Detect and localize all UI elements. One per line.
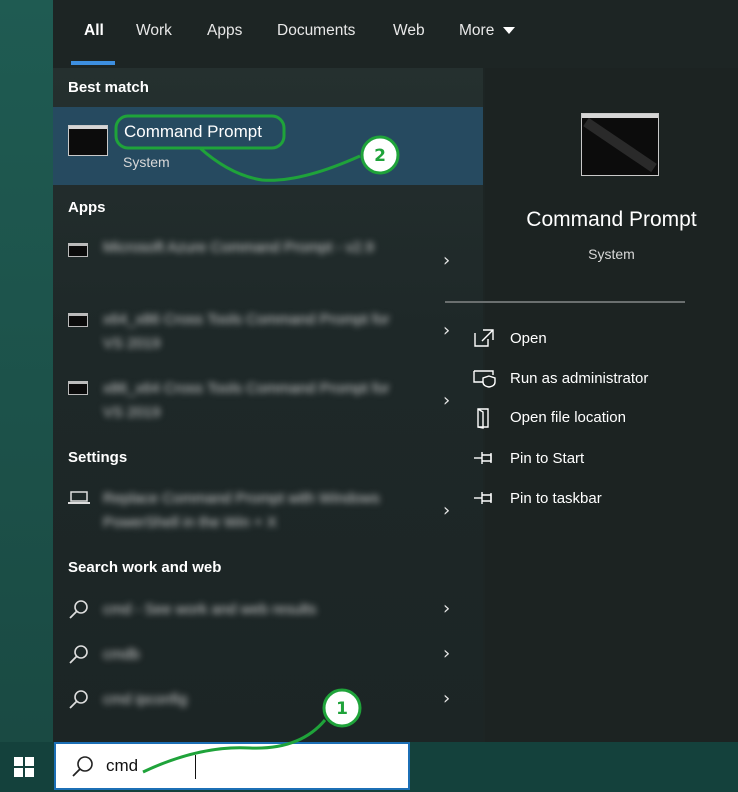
start-button[interactable]	[0, 742, 48, 792]
chevron-right-icon[interactable]: ›	[443, 500, 450, 521]
section-apps: Apps	[68, 199, 106, 216]
search-icon	[69, 600, 88, 619]
web-result-label: cmdb	[103, 646, 140, 663]
pin-icon	[474, 492, 492, 504]
best-match-subtitle: System	[123, 154, 170, 170]
open-external-icon	[474, 329, 494, 347]
run-as-admin-label: Run as administrator	[510, 370, 649, 387]
active-tab-indicator	[71, 61, 115, 65]
open-file-location-label: Open file location	[510, 409, 626, 426]
chevron-right-icon[interactable]: ›	[443, 598, 450, 619]
app-result-label: Microsoft Azure Command Prompt - v2.9	[103, 239, 374, 256]
terminal-app-icon	[68, 313, 88, 327]
command-prompt-icon	[68, 125, 108, 156]
desktop-background	[0, 0, 53, 742]
chevron-right-icon[interactable]: ›	[443, 688, 450, 709]
caret-down-icon	[502, 27, 515, 34]
terminal-app-icon	[68, 243, 88, 257]
file-location-icon	[477, 408, 489, 429]
section-best-match: Best match	[68, 79, 149, 96]
command-prompt-large-icon	[581, 113, 659, 176]
tab-web[interactable]: Web	[393, 22, 425, 40]
tab-more-label: More	[459, 22, 495, 39]
app-result-label: x64_x86 Cross Tools Command Prompt for V…	[103, 311, 390, 352]
open-label: Open	[510, 330, 547, 347]
pin-to-taskbar-label: Pin to taskbar	[510, 490, 602, 507]
chevron-right-icon[interactable]: ›	[443, 250, 450, 271]
chevron-right-icon[interactable]: ›	[443, 320, 450, 341]
search-icon	[69, 645, 88, 664]
tab-all[interactable]: All	[84, 22, 104, 40]
terminal-app-icon	[68, 381, 88, 395]
text-caret	[195, 755, 196, 779]
app-result-label: x86_x64 Cross Tools Command Prompt for V…	[103, 380, 390, 421]
pin-to-start-label: Pin to Start	[510, 450, 585, 467]
chevron-right-icon[interactable]: ›	[443, 390, 450, 411]
pin-icon	[474, 452, 492, 464]
tab-more[interactable]: More	[459, 22, 515, 40]
detail-subtitle: System	[588, 246, 635, 262]
detail-title: Command Prompt	[526, 208, 697, 231]
web-result-label: cmd ipconfig	[103, 691, 188, 708]
search-box[interactable]: cmd	[54, 742, 410, 790]
search-input[interactable]: cmd	[106, 756, 138, 776]
tab-work[interactable]: Work	[136, 22, 172, 40]
section-settings: Settings	[68, 449, 128, 466]
tab-documents[interactable]: Documents	[277, 22, 355, 40]
best-match-item[interactable]	[53, 107, 483, 185]
web-result-label: cmd - See work and web results	[103, 601, 317, 618]
search-icon	[69, 690, 88, 709]
laptop-icon	[68, 491, 90, 504]
tab-apps[interactable]: Apps	[207, 22, 242, 40]
setting-result-label: Replace Command Prompt with Windows Powe…	[103, 490, 380, 531]
filter-tabs: All Work Apps Documents Web More	[53, 0, 738, 68]
section-search-web: Search work and web	[68, 559, 222, 576]
chevron-right-icon[interactable]: ›	[443, 643, 450, 664]
detail-divider	[445, 301, 685, 303]
search-icon	[72, 756, 93, 777]
windows-logo-icon	[14, 757, 34, 777]
best-match-title: Command Prompt	[124, 122, 262, 141]
shield-icon	[473, 370, 496, 388]
